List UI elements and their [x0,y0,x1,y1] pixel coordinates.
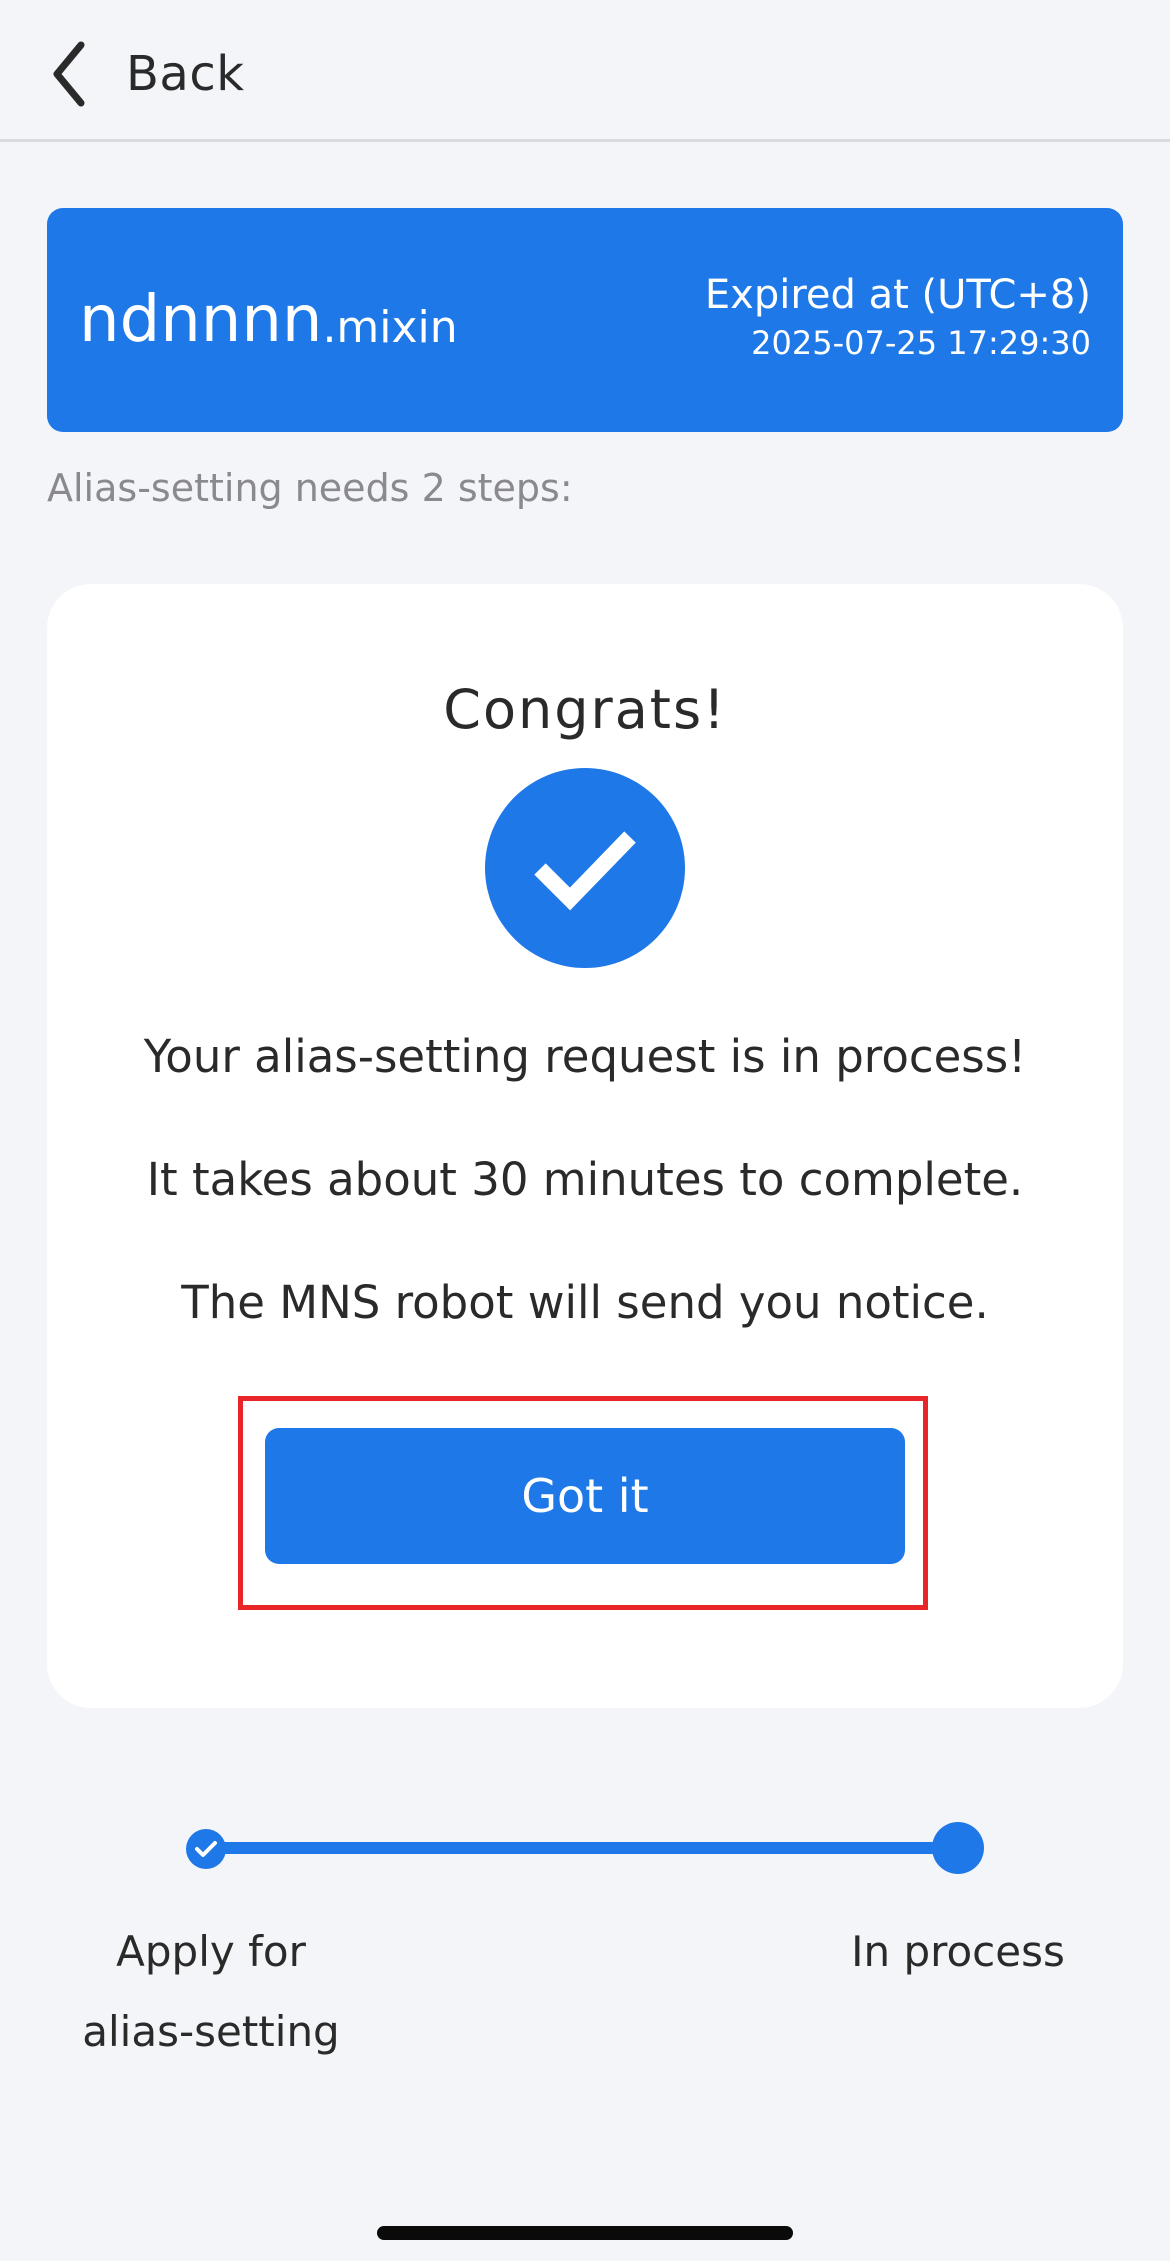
expiry-datetime: 2025-07-25 17:29:30 [751,324,1091,362]
back-label: Back [126,46,245,102]
alias-suffix: .mixin [322,301,458,353]
expiry-info: Expired at (UTC+8) 2025-07-25 17:29:30 [705,270,1091,364]
checkmark-icon [485,768,685,968]
step-done-dot [186,1829,226,1869]
back-button[interactable]: Back [46,34,245,114]
alias-main-name: ndnnnn [79,283,323,357]
home-indicator [377,2226,793,2240]
top-nav-bar: Back [0,0,1170,142]
highlight-annotation [238,1396,928,1610]
step-label-apply-line2: alias-setting [82,2007,340,2056]
step-label-in-process: In process [851,1927,1065,1976]
message-in-process: Your alias-setting request is in process… [143,1030,1027,1083]
step-current-dot [932,1822,984,1874]
alias-name: ndnnnn .mixin [79,208,458,432]
step-label-apply-line1: Apply for [116,1927,306,1976]
chevron-left-icon [46,34,92,114]
step-label-apply: Apply for alias-setting [56,1912,366,2072]
message-notice: The MNS robot will send you notice. [181,1276,989,1329]
message-duration: It takes about 30 minutes to complete. [146,1153,1024,1206]
congrats-title: Congrats! [443,678,727,741]
alias-card: ndnnnn .mixin Expired at (UTC+8) 2025-07-… [47,208,1123,432]
expiry-label: Expired at (UTC+8) [704,272,1091,318]
small-check-icon [194,1839,218,1859]
progress-track [206,1842,958,1854]
steps-note: Alias-setting needs 2 steps: [47,466,573,510]
